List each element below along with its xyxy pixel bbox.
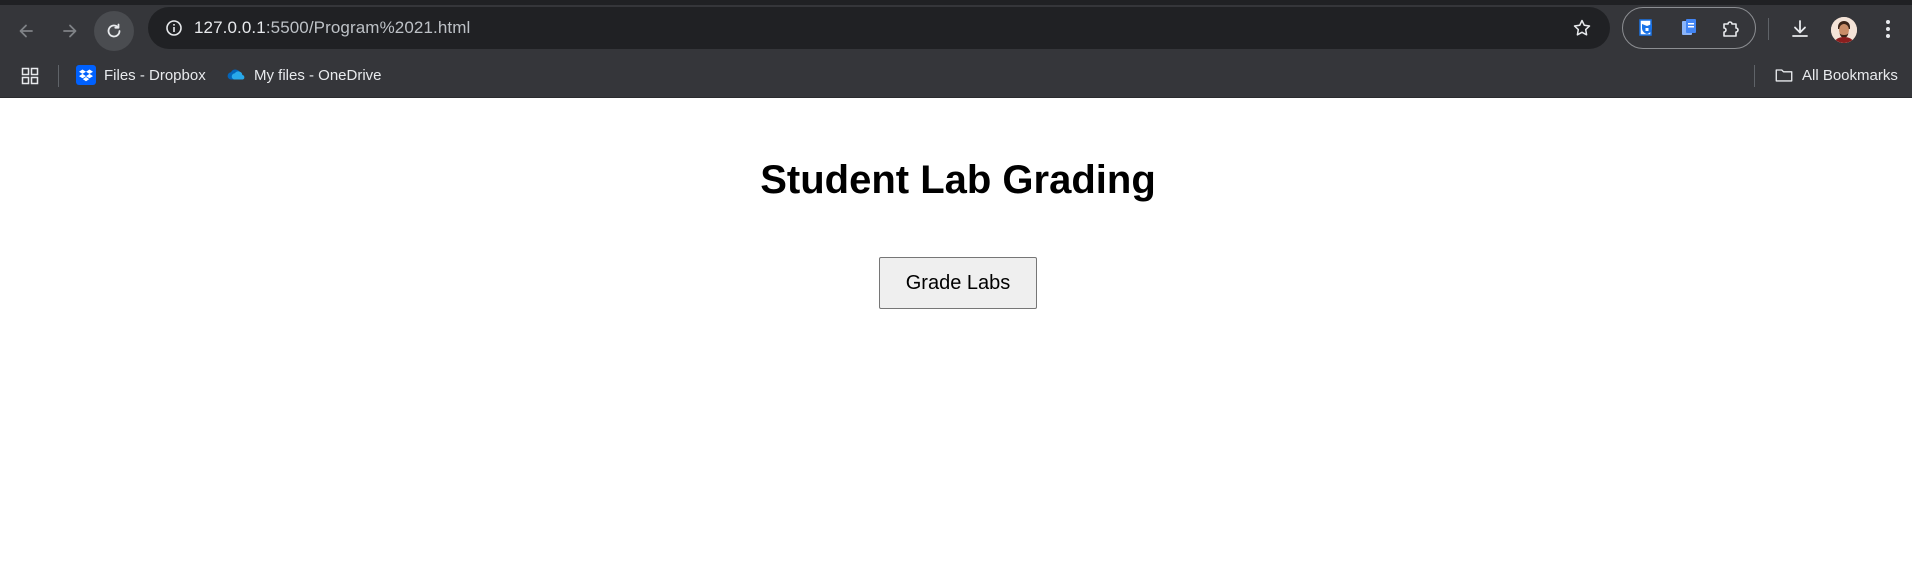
browser-toolbar: 127.0.0.1:5500/Program%2021.html <box>0 0 1912 53</box>
url-host: 127.0.0.1 <box>194 18 266 37</box>
arrow-left-icon <box>19 24 33 38</box>
apps-grid-icon <box>21 67 39 85</box>
browser-menu-button[interactable] <box>1874 13 1902 45</box>
download-icon <box>1792 20 1808 37</box>
url-text[interactable]: 127.0.0.1:5500/Program%2021.html <box>194 18 470 38</box>
bookmark-dropbox[interactable]: Files - Dropbox <box>76 62 206 88</box>
reload-icon <box>107 23 121 38</box>
browser-window: 127.0.0.1:5500/Program%2021.html Files -… <box>0 0 1912 581</box>
bookmark-star-button[interactable] <box>1570 16 1594 40</box>
page-title: Student Lab Grading <box>760 158 1156 202</box>
shield-extension-icon <box>1639 19 1652 36</box>
extensions-group <box>1622 7 1756 49</box>
toolbar-divider <box>1768 18 1769 40</box>
all-bookmarks-button[interactable]: All Bookmarks <box>1774 62 1898 88</box>
bookmark-onedrive[interactable]: My files - OneDrive <box>226 62 382 88</box>
bookmark-label: Files - Dropbox <box>104 66 206 84</box>
docs-extension-icon <box>1682 19 1696 35</box>
onedrive-icon <box>226 65 246 85</box>
avatar-icon <box>1831 17 1857 43</box>
dropbox-icon <box>76 65 96 85</box>
url-path: :5500/Program%2021.html <box>265 18 471 37</box>
puzzle-icon <box>1723 21 1739 37</box>
shield-extension-button[interactable] <box>1633 14 1661 42</box>
page-content: Student Lab Grading Grade Labs <box>0 98 1912 581</box>
address-bar[interactable]: 127.0.0.1:5500/Program%2021.html <box>148 7 1610 49</box>
info-icon <box>166 20 182 36</box>
docs-extension-button[interactable] <box>1675 14 1703 42</box>
site-info-button[interactable] <box>158 12 190 44</box>
kebab-menu-icon <box>1886 20 1890 38</box>
profile-avatar[interactable] <box>1831 17 1857 43</box>
grade-labs-button[interactable]: Grade Labs <box>879 257 1037 309</box>
arrow-right-icon <box>63 24 77 38</box>
downloads-button[interactable] <box>1784 13 1816 45</box>
bookmark-label: My files - OneDrive <box>254 66 382 84</box>
reload-button[interactable] <box>94 11 134 51</box>
extensions-button[interactable] <box>1717 14 1745 42</box>
star-icon <box>1573 19 1591 36</box>
bookmarks-divider <box>1754 65 1755 87</box>
bookmarks-bar: Files - Dropbox My files - OneDrive All … <box>0 53 1912 98</box>
apps-button[interactable] <box>18 64 42 88</box>
folder-icon <box>1774 65 1794 85</box>
back-button[interactable] <box>6 11 46 51</box>
forward-button[interactable] <box>50 11 90 51</box>
bookmarks-divider <box>58 65 59 87</box>
all-bookmarks-label: All Bookmarks <box>1802 66 1898 84</box>
